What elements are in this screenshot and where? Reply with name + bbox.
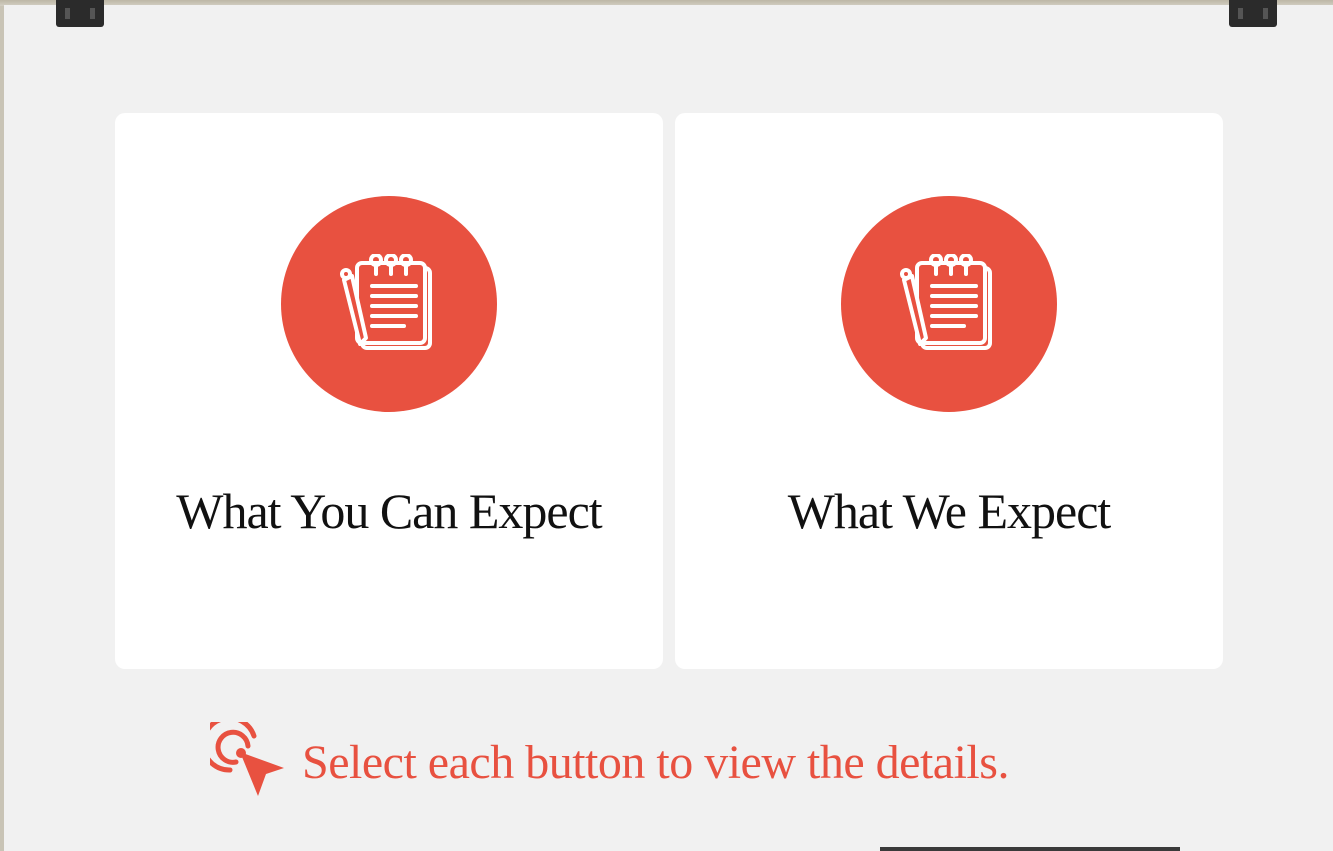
cursor-click-icon [210, 722, 284, 796]
card-title: What We Expect [787, 483, 1112, 539]
what-we-expect-button[interactable]: What We Expect [675, 113, 1223, 669]
notepad-icon [340, 254, 432, 350]
binder-clip-right [1229, 0, 1277, 27]
instruction-text: Select each button to view the details. [302, 735, 1009, 789]
binder-clip-left [56, 0, 104, 27]
notepad-icon-circle [281, 196, 497, 412]
notepad-icon-circle [841, 196, 1057, 412]
what-you-can-expect-button[interactable]: What You Can Expect [115, 113, 663, 669]
notepad-icon [900, 254, 992, 350]
card-title: What You Can Expect [176, 483, 602, 539]
instruction-hint: Select each button to view the details. [210, 722, 1009, 802]
board-bottom-edge [880, 847, 1180, 851]
